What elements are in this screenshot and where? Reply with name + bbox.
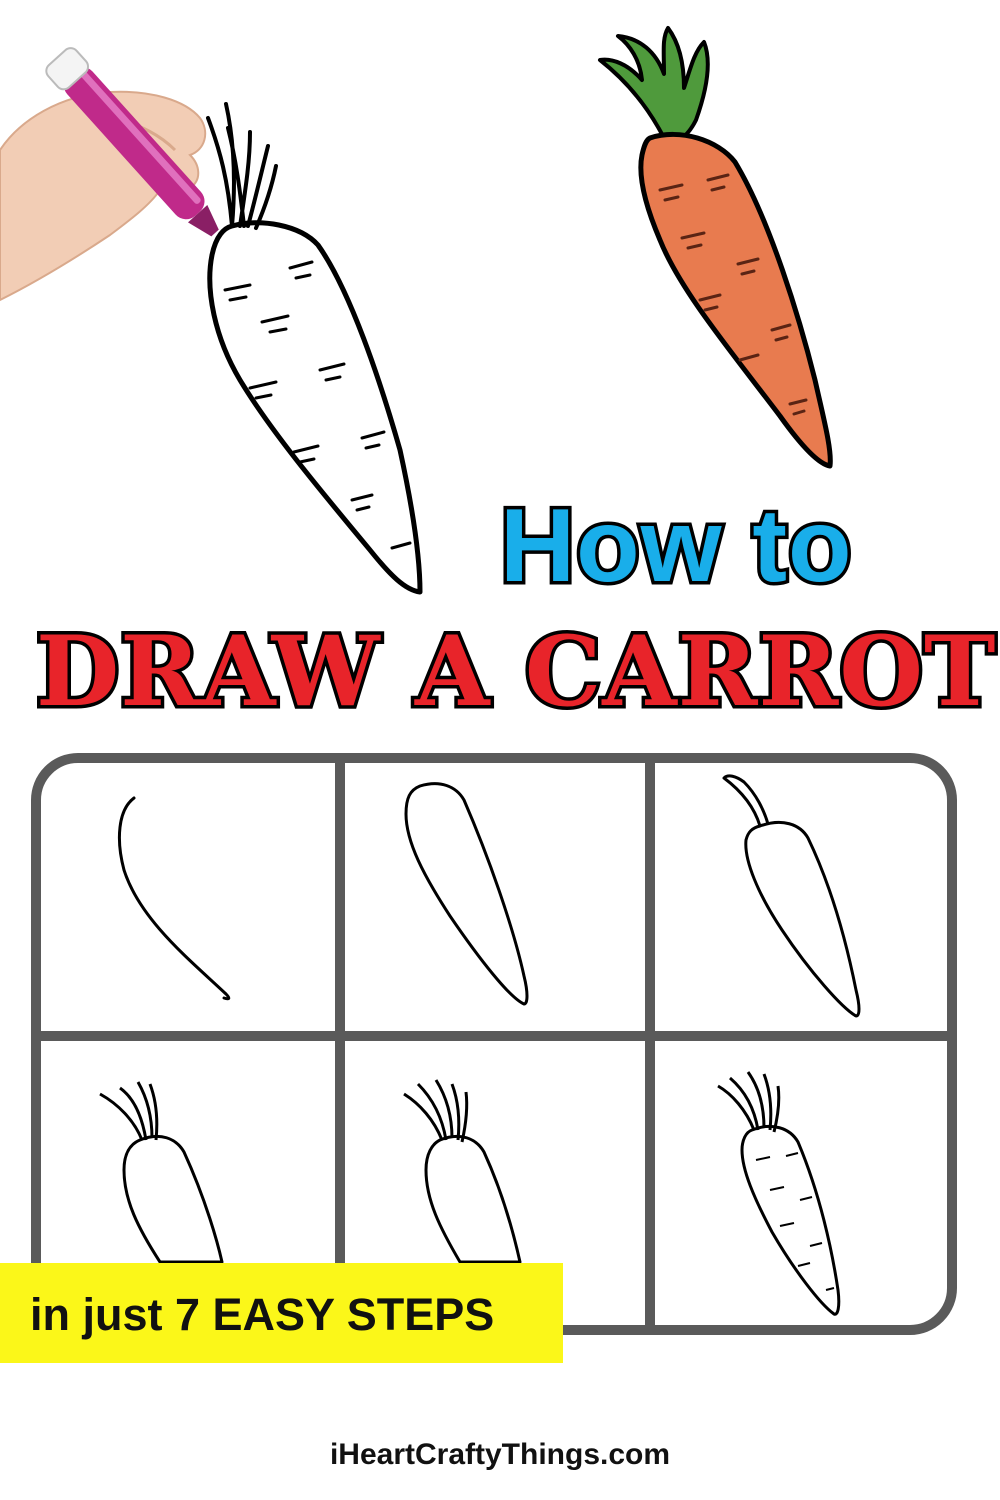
colored-carrot <box>598 26 833 469</box>
outline-carrot-ridges <box>223 260 412 550</box>
title-draw-a-carrot: DRAW A CARROT <box>33 612 999 732</box>
colored-carrot-body <box>638 132 833 469</box>
title-how-to: How to <box>497 485 856 608</box>
colored-carrot-leaves <box>598 26 710 144</box>
outline-carrot-leaves <box>206 102 278 230</box>
hand-with-marker <box>0 47 219 302</box>
outline-carrot <box>206 102 423 595</box>
website-url[interactable]: iHeartCraftyThings.com <box>0 1430 1000 1480</box>
outline-carrot-body <box>207 220 423 595</box>
steps-banner-text: in just 7 EASY STEPS <box>30 1289 495 1340</box>
